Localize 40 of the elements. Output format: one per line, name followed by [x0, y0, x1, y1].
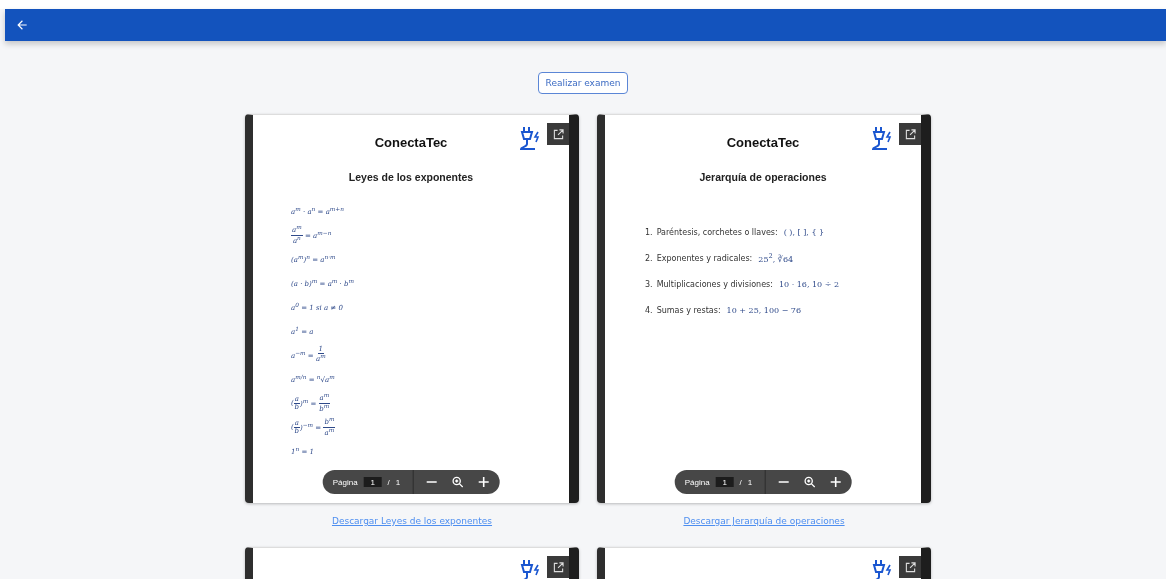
page-input[interactable]: 1	[715, 477, 734, 487]
open-external-icon	[552, 561, 564, 573]
list-number: 2.	[645, 253, 653, 263]
open-external-button[interactable]	[547, 556, 569, 578]
page-separator: /	[739, 477, 742, 487]
list-label: Paréntesis, corchetes o llaves:	[656, 227, 778, 237]
page-separator: /	[387, 477, 390, 487]
download-link[interactable]: Descargar Jerarquía de operaciones	[683, 516, 845, 528]
open-external-icon	[904, 561, 916, 573]
math-expression: 10 · 16, 10 ÷ 2	[778, 279, 840, 289]
brand-title: ConectaTec	[726, 134, 800, 150]
page-total: 1	[395, 477, 401, 487]
document-title: Leyes de los exponentes	[347, 171, 475, 183]
math-expression: 25$^{2}$, ∛64	[758, 252, 794, 264]
math-expression: ( ), [ ], { }	[783, 227, 825, 237]
download-link[interactable]: Descargar Leyes de los exponentes	[331, 516, 493, 528]
open-external-icon	[904, 128, 916, 140]
page-label: Página	[684, 477, 710, 487]
page-input[interactable]: 1	[363, 477, 382, 487]
exam-button[interactable]: Realizar examen	[537, 72, 629, 94]
list-number: 3.	[645, 279, 653, 289]
plus-icon	[477, 476, 490, 488]
open-external-button[interactable]	[547, 123, 569, 145]
brand-title: ConectaTec	[374, 134, 448, 150]
open-external-icon	[552, 128, 564, 140]
zoom-icon	[451, 476, 464, 488]
list-label: Multiplicaciones y divisiones:	[656, 279, 773, 289]
list-number: 1.	[645, 227, 653, 237]
open-external-button[interactable]	[899, 123, 921, 145]
page-total: 1	[747, 477, 753, 487]
list-label: Exponentes y radicales:	[656, 253, 753, 263]
document-title: Jerarquía de operaciones	[698, 171, 828, 183]
math-expression: 10 + 25, 100 − 76	[726, 305, 802, 315]
open-external-button[interactable]	[899, 556, 921, 578]
page-label: Página	[332, 477, 358, 487]
list-number: 4.	[645, 305, 653, 315]
back-arrow-icon	[15, 18, 29, 32]
plus-icon	[829, 476, 842, 488]
list-label: Sumas y restas:	[656, 305, 721, 315]
zoom-icon	[803, 476, 816, 488]
